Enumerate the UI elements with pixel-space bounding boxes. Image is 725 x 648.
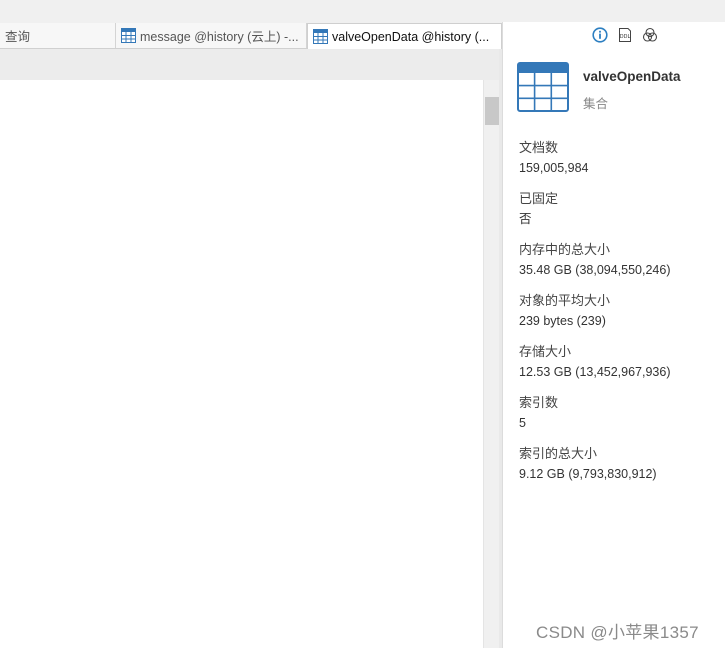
prop-value: 239 bytes (239) (519, 314, 606, 328)
collection-header: valveOpenData 集合 (517, 62, 681, 112)
filter-circles-icon (642, 27, 658, 42)
tab-message-history[interactable]: message @history (云上) -... (116, 23, 307, 48)
watermark: CSDN @小苹果1357 (536, 623, 699, 642)
prop-value: 5 (519, 416, 526, 430)
prop-label: 存储大小 (519, 344, 572, 359)
prop-label: 内存中的总大小 (519, 242, 611, 257)
filter-button[interactable] (641, 26, 659, 44)
prop-document-count: 文档数 159,005,984 (519, 140, 671, 191)
tab-label: valveOpenData @history (... (332, 29, 490, 44)
collection-table-icon (517, 62, 569, 112)
panel-toolbar: DDL (591, 26, 659, 44)
editor-area[interactable] (0, 80, 483, 648)
tab-label: message @history (云上) -... (140, 30, 299, 44)
vertical-scrollbar[interactable] (483, 80, 500, 648)
info-button[interactable] (591, 26, 609, 44)
editor-toolbar-strip (0, 49, 502, 80)
collection-name: valveOpenData (583, 69, 681, 84)
prop-total-size-in-memory: 内存中的总大小 35.48 GB (38,094,550,246) (519, 242, 671, 293)
ddl-icon: DDL (619, 28, 631, 42)
prop-value: 159,005,984 (519, 161, 589, 175)
prop-label: 文档数 (519, 140, 559, 155)
prop-label: 索引的总大小 (519, 446, 598, 461)
collection-type: 集合 (583, 97, 609, 111)
prop-index-count: 索引数 5 (519, 395, 671, 446)
scrollbar-thumb[interactable] (485, 97, 499, 125)
prop-storage-size: 存储大小 12.53 GB (13,452,967,936) (519, 344, 671, 395)
prop-label: 对象的平均大小 (519, 293, 611, 308)
tab-valveopendata-history[interactable]: valveOpenData @history (... (307, 23, 502, 49)
prop-value: 9.12 GB (9,793,830,912) (519, 467, 657, 481)
prop-value: 否 (519, 212, 532, 226)
ddl-icon-text: DDL (620, 34, 631, 40)
object-info-panel: DDL valveOpenData 集合 文档数 159,005,984 已固定… (502, 22, 725, 648)
tab-label: 查询 (5, 30, 31, 44)
prop-label: 索引数 (519, 395, 559, 410)
table-icon (313, 29, 328, 44)
info-icon (592, 27, 608, 43)
properties-list: 文档数 159,005,984 已固定 否 内存中的总大小 35.48 GB (… (519, 140, 671, 497)
prop-value: 12.53 GB (13,452,967,936) (519, 365, 671, 379)
ddl-button[interactable]: DDL (616, 26, 634, 44)
prop-label: 已固定 (519, 191, 559, 206)
prop-average-object-size: 对象的平均大小 239 bytes (239) (519, 293, 671, 344)
window-top-strip (0, 0, 725, 23)
prop-total-index-size: 索引的总大小 9.12 GB (9,793,830,912) (519, 446, 671, 497)
tab-query[interactable]: 查询 (0, 23, 116, 48)
table-icon (121, 28, 136, 43)
prop-value: 35.48 GB (38,094,550,246) (519, 263, 671, 277)
prop-capped: 已固定 否 (519, 191, 671, 242)
tab-bar: 查询 message @history (云上) -... valveOpenD… (0, 22, 502, 49)
